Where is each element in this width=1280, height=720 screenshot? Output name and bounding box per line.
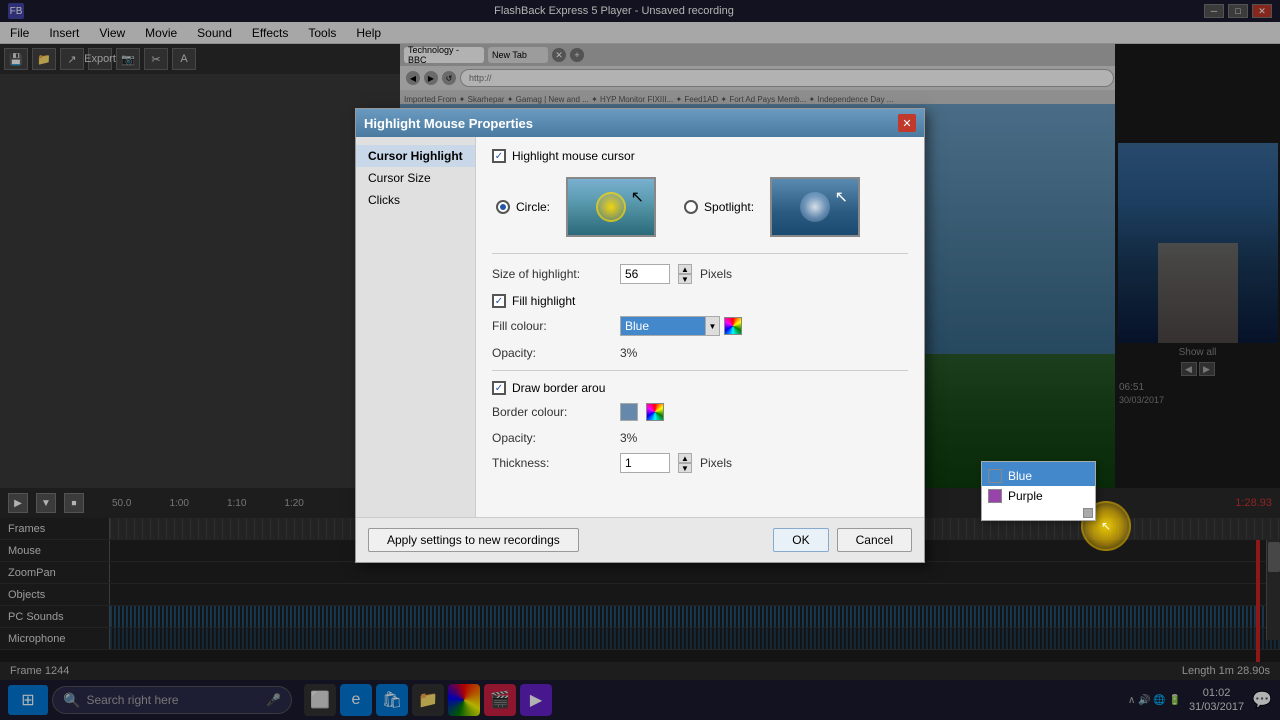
dialog-nav: Cursor Highlight Cursor Size Clicks	[356, 137, 476, 517]
circle-radio[interactable]	[496, 200, 510, 214]
circle-label: Circle:	[516, 200, 550, 214]
color-dropdown-popup: Blue Purple	[981, 461, 1096, 521]
purple-swatch	[988, 489, 1002, 503]
color-option-blue[interactable]: Blue	[982, 466, 1095, 486]
size-spinner: ▲ ▼	[678, 264, 692, 284]
opacity-label: Opacity:	[492, 346, 612, 360]
fill-colour-label: Fill colour:	[492, 319, 612, 333]
opacity-value: 3%	[620, 346, 637, 360]
thickness-down-button[interactable]: ▼	[678, 463, 692, 473]
spotlight-highlight-preview	[800, 192, 830, 222]
highlight-mouse-row: Highlight mouse cursor	[492, 149, 908, 163]
fill-highlight-label: Fill highlight	[512, 294, 575, 308]
dropdown-scrollbar-thumb[interactable]	[1083, 508, 1093, 518]
nav-cursor-size[interactable]: Cursor Size	[356, 167, 475, 189]
nav-clicks[interactable]: Clicks	[356, 189, 475, 211]
circle-option[interactable]: Circle:	[496, 200, 550, 214]
thickness-row: Thickness: ▲ ▼ Pixels	[492, 453, 908, 473]
border-color-picker-button[interactable]	[646, 403, 664, 421]
color-option-purple[interactable]: Purple	[982, 486, 1095, 506]
dialog-titlebar: Highlight Mouse Properties ✕	[356, 109, 924, 137]
dialog-title: Highlight Mouse Properties	[364, 116, 533, 131]
spotlight-label: Spotlight:	[704, 200, 754, 214]
size-label: Size of highlight:	[492, 267, 612, 281]
size-up-button[interactable]: ▲	[678, 264, 692, 274]
apply-settings-button[interactable]: Apply settings to new recordings	[368, 528, 579, 552]
fill-colour-dropdown-text: Blue	[625, 319, 649, 333]
border-opacity-label: Opacity:	[492, 431, 612, 445]
dialog-close-button[interactable]: ✕	[898, 114, 916, 132]
spotlight-option[interactable]: Spotlight:	[684, 200, 754, 214]
size-down-button[interactable]: ▼	[678, 274, 692, 284]
highlight-mouse-label: Highlight mouse cursor	[512, 149, 635, 163]
draw-border-checkbox[interactable]	[492, 381, 506, 395]
dialog-footer: Apply settings to new recordings OK Canc…	[356, 517, 924, 562]
opacity-row: Opacity: 3%	[492, 346, 908, 360]
highlight-mouse-checkbox[interactable]	[492, 149, 506, 163]
border-opacity-row: Opacity: 3%	[492, 431, 908, 445]
size-row: Size of highlight: ▲ ▼ Pixels	[492, 264, 908, 284]
dialog-main-content: Highlight mouse cursor Circle: ↖ Spotlig…	[476, 137, 924, 517]
dialog-body: Cursor Highlight Cursor Size Clicks High…	[356, 137, 924, 517]
fill-colour-dropdown-arrow[interactable]: ▼	[705, 317, 719, 335]
divider-2	[492, 370, 908, 371]
cursor-preview-arrow: ↖	[631, 187, 644, 207]
blue-swatch	[988, 469, 1002, 483]
ok-button[interactable]: OK	[773, 528, 828, 552]
border-colour-swatch[interactable]	[620, 403, 638, 421]
draw-border-label: Draw border arou	[512, 381, 605, 395]
border-opacity-value: 3%	[620, 431, 637, 445]
border-colour-row: Border colour:	[492, 403, 908, 421]
spotlight-preview-thumb: ↖	[770, 177, 860, 237]
dropdown-scrollbar	[982, 506, 1095, 520]
thickness-label: Thickness:	[492, 456, 612, 470]
thickness-input[interactable]	[620, 453, 670, 473]
thickness-up-button[interactable]: ▲	[678, 453, 692, 463]
border-colour-label: Border colour:	[492, 405, 612, 419]
size-input[interactable]	[620, 264, 670, 284]
cancel-button[interactable]: Cancel	[837, 528, 912, 552]
spotlight-radio[interactable]	[684, 200, 698, 214]
circle-preview-thumb: ↖	[566, 177, 656, 237]
size-unit: Pixels	[700, 267, 732, 281]
fill-highlight-checkbox[interactable]	[492, 294, 506, 308]
fill-highlight-row: Fill highlight	[492, 294, 908, 308]
thickness-unit: Pixels	[700, 456, 732, 470]
draw-border-row: Draw border arou	[492, 381, 908, 395]
shape-radio-group: Circle: ↖ Spotlight: ↖	[492, 177, 908, 237]
spotlight-cursor-preview: ↖	[835, 187, 848, 207]
circle-highlight-preview	[596, 192, 626, 222]
divider-1	[492, 253, 908, 254]
thickness-spinner: ▲ ▼	[678, 453, 692, 473]
highlight-mouse-dialog: Highlight Mouse Properties ✕ Cursor High…	[355, 108, 925, 563]
cursor-symbol: ↖	[1101, 519, 1111, 533]
nav-cursor-highlight[interactable]: Cursor Highlight	[356, 145, 475, 167]
color-picker-button[interactable]	[724, 317, 742, 335]
fill-colour-row: Fill colour: Blue ▼	[492, 316, 908, 336]
